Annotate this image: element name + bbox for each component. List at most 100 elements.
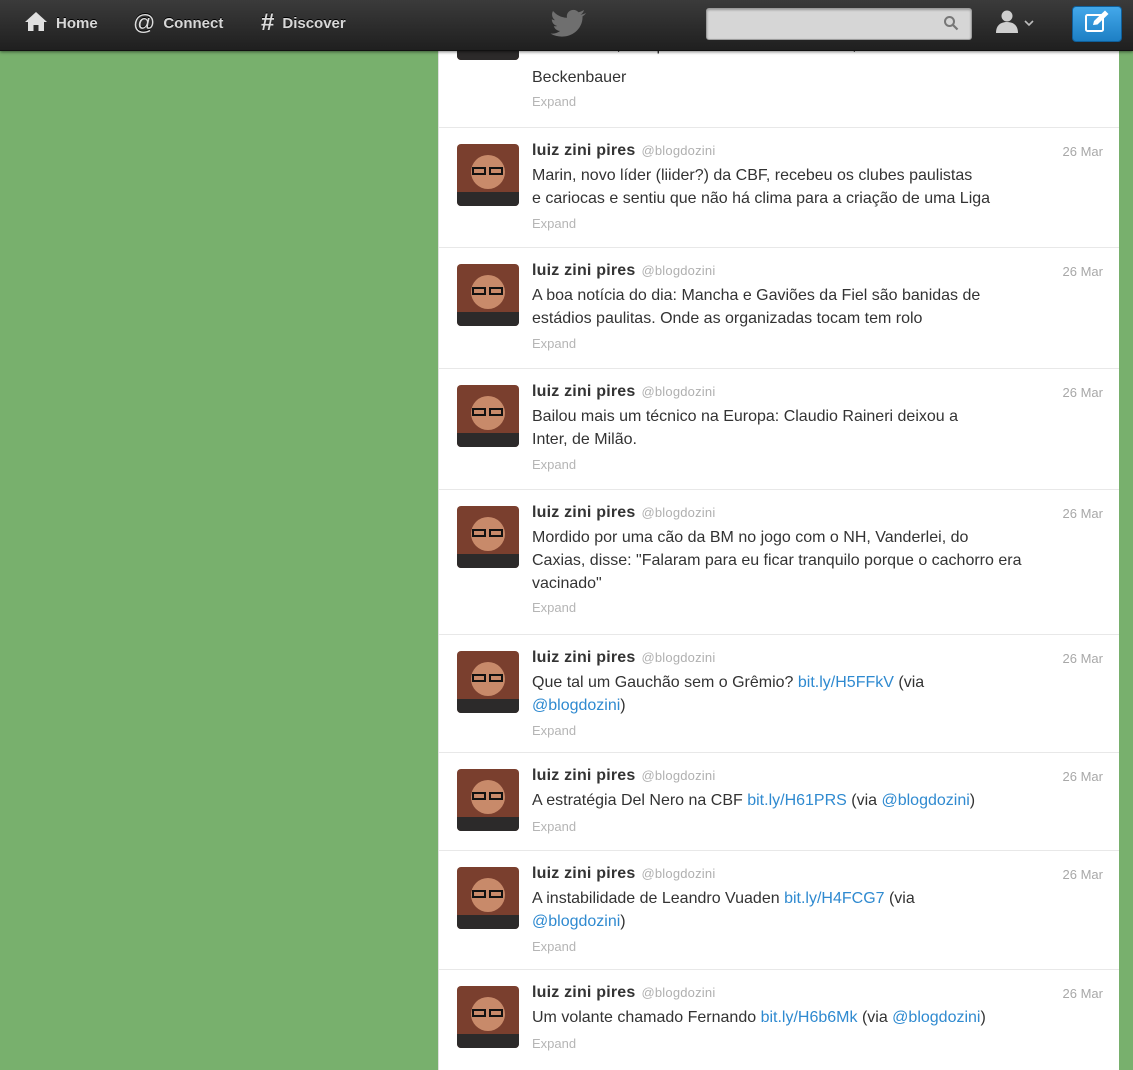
home-icon	[24, 10, 48, 36]
tweet-timestamp[interactable]: 26 Mar	[1063, 506, 1103, 521]
author-handle: @blogdozini	[641, 650, 716, 665]
expand-link[interactable]: Expand	[532, 216, 576, 231]
expand-link[interactable]: Expand	[532, 94, 576, 109]
tweet-item[interactable]: luiz zini pires @blogdozini 26 Mar Que ta…	[439, 635, 1119, 753]
tweet-text-segment: Que tal um Gauchão sem o Grêmio?	[532, 674, 798, 691]
nav-home-label: Home	[56, 14, 98, 32]
tweet-text-line: Inter, de Milão.	[532, 431, 637, 448]
search-box[interactable]	[706, 8, 972, 40]
avatar[interactable]	[457, 506, 519, 568]
tweet-timestamp[interactable]: 26 Mar	[1063, 144, 1103, 159]
author-name: luiz zini pires	[532, 649, 636, 666]
tweet-timestamp[interactable]: 26 Mar	[1063, 986, 1103, 1001]
tweet-text: Bailou mais um técnico na Europa: Claudi…	[532, 405, 1106, 451]
expand-link[interactable]: Expand	[532, 723, 576, 738]
tweet-text-line: A boa notícia do dia: Mancha e Gaviões d…	[532, 287, 981, 304]
tweet-item[interactable]: luiz zini pires @blogdozini 26 Mar A inst…	[439, 851, 1119, 970]
hashtag-icon: #	[261, 9, 275, 36]
tweet-item[interactable]: luiz zini pires @blogdozini 26 Mar Bailou…	[439, 369, 1119, 490]
tweet-text-segment: )	[620, 697, 626, 714]
avatar[interactable]	[457, 769, 519, 831]
author-handle: @blogdozini	[641, 866, 716, 881]
tweet-link[interactable]: bit.ly/H4FCG7	[784, 890, 884, 907]
tweet-text-line: estádios paulitas. Onde as organizadas t…	[532, 310, 923, 327]
avatar[interactable]	[457, 867, 519, 929]
tweet-author[interactable]: luiz zini pires @blogdozini	[532, 649, 715, 667]
tweet-author[interactable]: luiz zini pires @blogdozini	[532, 504, 715, 522]
tweet-author[interactable]: luiz zini pires @blogdozini	[532, 262, 715, 280]
tweet-text-segment: )	[969, 792, 976, 809]
tweet-item[interactable]: luiz zini pires @blogdozini 26 Mar Mordid…	[439, 490, 1119, 635]
tweet-timestamp[interactable]: 26 Mar	[1063, 385, 1103, 400]
tweet-author[interactable]: luiz zini pires @blogdozini	[532, 865, 715, 883]
tweet-text-segment: A instabilidade de Leandro Vuaden	[532, 890, 785, 907]
author-handle: @blogdozini	[641, 143, 716, 158]
tweet-text-line: Beckenbauer	[532, 69, 627, 86]
tweet-text-segment: (via	[893, 674, 925, 691]
tweet-text: Marin, novo líder (liider?) da CBF, rece…	[532, 164, 1106, 210]
expand-link[interactable]: Expand	[532, 336, 576, 351]
nav-discover[interactable]: # Discover	[261, 0, 346, 46]
author-handle: @blogdozini	[641, 985, 716, 1000]
nav-home[interactable]: Home	[24, 0, 98, 46]
tweet-timestamp[interactable]: 26 Mar	[1063, 264, 1103, 279]
tweet-item[interactable]: luiz zini pires @blogdozini 26 Mar A estr…	[439, 753, 1119, 851]
tweet-text: A boa notícia do dia: Mancha e Gaviões d…	[532, 284, 1106, 330]
avatar[interactable]	[457, 264, 519, 326]
tweet-timeline: Maria Marin, são-paulino e ex-atleta do …	[438, 0, 1119, 1070]
tweet-text-segment: A estratégia Del Nero na CBF	[532, 792, 748, 809]
author-name: luiz zini pires	[532, 383, 636, 400]
mention-link[interactable]: @blogdozini	[532, 697, 620, 714]
tweet-text: A instabilidade de Leandro Vuaden bit.ly…	[532, 887, 1106, 933]
tweet-timestamp[interactable]: 26 Mar	[1063, 769, 1103, 784]
tweet-item[interactable]: luiz zini pires @blogdozini 26 Mar Um vol…	[439, 970, 1119, 1070]
expand-link[interactable]: Expand	[532, 600, 576, 615]
tweet-author[interactable]: luiz zini pires @blogdozini	[532, 767, 715, 785]
twitter-bird-icon[interactable]	[550, 8, 590, 38]
tweet-text-line: Marin, novo líder (liider?) da CBF, rece…	[532, 167, 973, 184]
tweet-text-line: Caxias, disse: "Falaram para eu ficar tr…	[532, 552, 1022, 569]
avatar[interactable]	[457, 385, 519, 447]
user-menu[interactable]	[994, 8, 1044, 38]
tweet-text: A estratégia Del Nero na CBF bit.ly/H61P…	[532, 789, 1106, 812]
search-icon[interactable]	[943, 15, 959, 31]
nav-discover-label: Discover	[282, 14, 346, 32]
expand-link[interactable]: Expand	[532, 819, 576, 834]
expand-link[interactable]: Expand	[532, 457, 576, 472]
expand-link[interactable]: Expand	[532, 939, 576, 954]
search-input[interactable]	[713, 13, 937, 35]
tweet-link[interactable]: bit.ly/H61PRS	[747, 792, 847, 809]
tweet-text: Que tal um Gauchão sem o Grêmio? bit.ly/…	[532, 671, 1106, 717]
author-name: luiz zini pires	[532, 142, 636, 159]
tweet-text-segment: Um volante chamado Fernando	[532, 1009, 761, 1026]
nav-connect[interactable]: @ Connect	[133, 0, 223, 46]
tweet-text-segment: )	[980, 1009, 986, 1026]
tweet-text-segment: )	[620, 913, 626, 930]
nav-connect-label: Connect	[163, 14, 224, 32]
mention-link[interactable]: @blogdozini	[532, 913, 620, 930]
tweet-author[interactable]: luiz zini pires @blogdozini	[532, 984, 715, 1002]
mention-link[interactable]: @blogdozini	[892, 1009, 980, 1026]
tweet-timestamp[interactable]: 26 Mar	[1063, 867, 1103, 882]
author-handle: @blogdozini	[641, 384, 716, 399]
avatar[interactable]	[457, 651, 519, 713]
tweet-link[interactable]: bit.ly/H6b6Mk	[761, 1009, 858, 1026]
tweet-author[interactable]: luiz zini pires @blogdozini	[532, 142, 715, 160]
tweet-item[interactable]: luiz zini pires @blogdozini 26 Mar Marin,…	[439, 128, 1119, 248]
mention-link[interactable]: @blogdozini	[881, 792, 969, 809]
expand-link[interactable]: Expand	[532, 1036, 576, 1051]
author-name: luiz zini pires	[532, 984, 636, 1001]
tweet-author[interactable]: luiz zini pires @blogdozini	[532, 383, 715, 401]
author-handle: @blogdozini	[641, 263, 716, 278]
tweet-link[interactable]: bit.ly/H5FFkV	[798, 674, 894, 691]
chevron-down-icon	[1024, 14, 1034, 32]
tweet-timestamp[interactable]: 26 Mar	[1063, 651, 1103, 666]
author-handle: @blogdozini	[641, 505, 716, 520]
tweet-item[interactable]: luiz zini pires @blogdozini 26 Mar A boa …	[439, 248, 1119, 369]
avatar[interactable]	[457, 986, 519, 1048]
avatar[interactable]	[457, 144, 519, 206]
tweet-text-line: Bailou mais um técnico na Europa: Claudi…	[532, 408, 959, 425]
compose-tweet-button[interactable]	[1072, 6, 1122, 42]
author-name: luiz zini pires	[532, 865, 636, 882]
top-navigation-bar: Home @ Connect # Discover	[0, 0, 1133, 51]
